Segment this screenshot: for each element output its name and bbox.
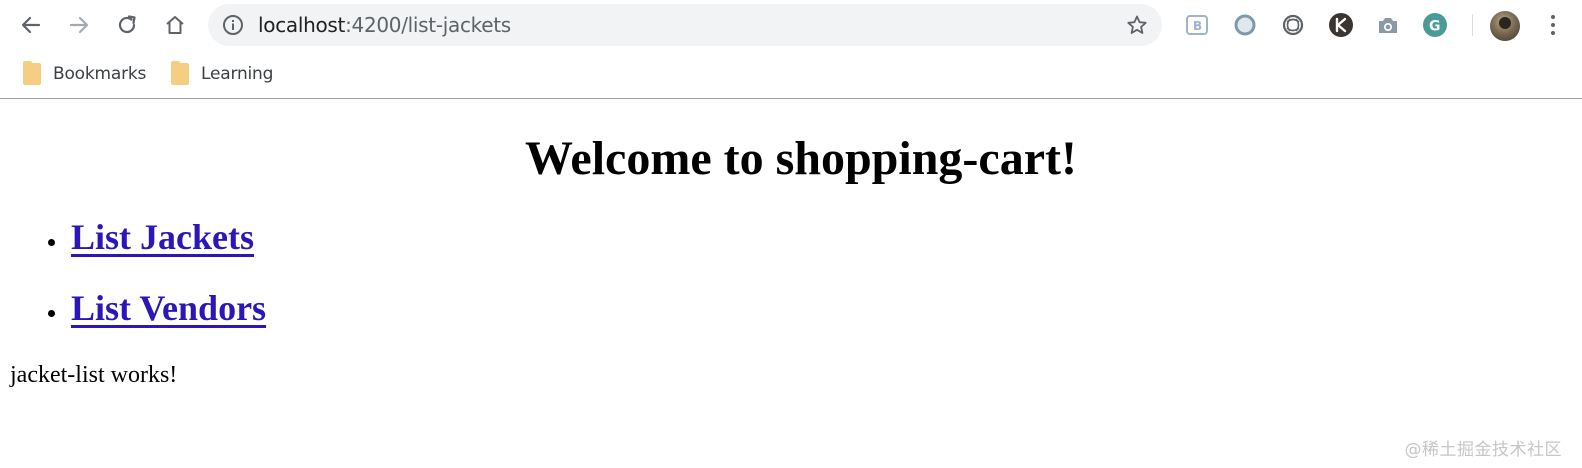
list-jackets-link[interactable]: List Jackets xyxy=(71,217,254,257)
home-button[interactable] xyxy=(158,8,192,42)
bookmark-folder-learning[interactable]: Learning xyxy=(171,61,273,87)
page-title: Welcome to shopping-cart! xyxy=(525,132,1077,185)
bootstrap-extension-icon[interactable]: B xyxy=(1184,12,1210,38)
address-bar[interactable]: localhost:4200/list-jackets xyxy=(208,4,1162,46)
component-status-text: jacket-list works! xyxy=(10,362,178,388)
bookmark-folder-bookmarks[interactable]: Bookmarks xyxy=(23,61,146,87)
back-arrow-icon xyxy=(21,16,41,34)
page-content: Welcome to shopping-cart! List Jackets L… xyxy=(0,99,1582,468)
grammarly-extension-icon[interactable]: G xyxy=(1422,12,1448,38)
folder-icon xyxy=(171,61,189,85)
bookmarks-bar: Bookmarks Learning xyxy=(0,52,1582,99)
back-button[interactable] xyxy=(14,8,48,42)
list-bullet xyxy=(48,239,55,246)
url-host: localhost xyxy=(258,13,346,37)
bookmark-label: Bookmarks xyxy=(53,64,147,84)
home-icon xyxy=(166,16,184,34)
url-path: :4200/list-jackets xyxy=(345,13,511,37)
toolbar-separator xyxy=(1472,14,1473,36)
k-extension-icon[interactable] xyxy=(1328,12,1354,38)
svg-text:B: B xyxy=(1193,19,1202,33)
site-info-icon[interactable] xyxy=(222,14,244,36)
folder-icon xyxy=(23,61,41,85)
browser-menu-icon[interactable] xyxy=(1540,12,1566,38)
bookmark-star-icon[interactable] xyxy=(1126,14,1148,36)
url-text[interactable]: localhost:4200/list-jackets xyxy=(258,4,511,46)
swirl-extension-icon[interactable] xyxy=(1280,12,1306,38)
reload-icon xyxy=(118,15,136,34)
list-bullet xyxy=(48,310,55,317)
bookmark-label: Learning xyxy=(201,64,274,84)
camera-extension-icon[interactable] xyxy=(1375,12,1401,38)
browser-toolbar: localhost:4200/list-jackets B G xyxy=(0,0,1582,52)
watermark: @稀土掘金技术社区 xyxy=(1404,440,1562,460)
round-extension-icon[interactable] xyxy=(1232,12,1258,38)
profile-avatar[interactable] xyxy=(1490,11,1520,41)
svg-text:G: G xyxy=(1429,19,1441,35)
reload-button[interactable] xyxy=(110,8,144,42)
forward-button[interactable] xyxy=(62,8,96,42)
forward-arrow-icon xyxy=(69,16,89,34)
list-vendors-link[interactable]: List Vendors xyxy=(71,288,266,328)
